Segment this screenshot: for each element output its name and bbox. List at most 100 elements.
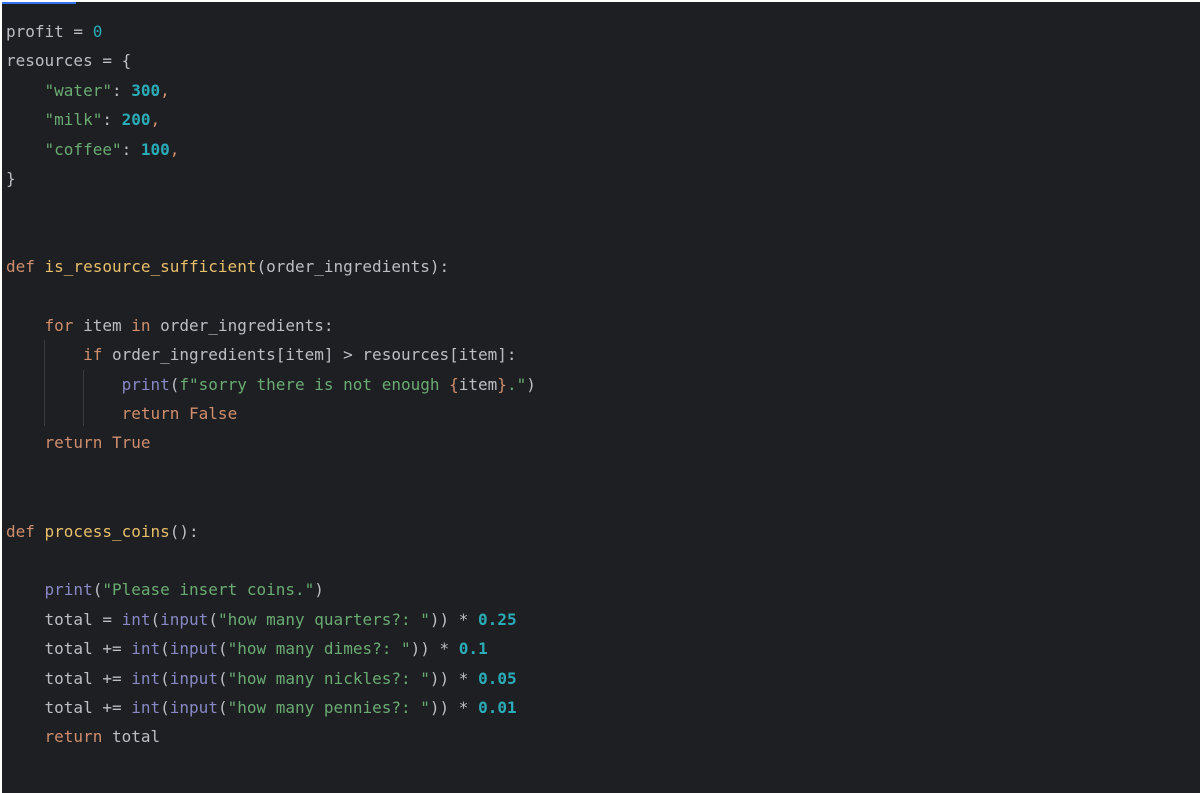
code-token: ( <box>208 609 218 629</box>
code-line[interactable]: for item in order_ingredients: <box>6 311 536 340</box>
code-token: total += <box>44 697 132 717</box>
code-token: f"sorry there is not enough <box>179 374 450 394</box>
code-token: resources = { <box>6 51 132 71</box>
code-token: print <box>121 374 170 394</box>
code-token: True <box>111 433 151 453</box>
code-token: ( <box>217 697 228 717</box>
code-token: int <box>131 697 161 717</box>
code-line[interactable]: return False <box>6 399 536 428</box>
code-token: ( <box>160 697 170 717</box>
code-token: ( <box>217 668 228 688</box>
code-line[interactable]: total = int(input("how many quarters?: "… <box>6 605 536 634</box>
code-line[interactable]: total += int(input("how many nickles?: "… <box>6 664 536 693</box>
code-line[interactable]: profit = 0 <box>6 17 536 46</box>
code-token: "Please insert coins." <box>102 580 315 600</box>
code-token: return <box>44 433 112 453</box>
code-token: input <box>169 668 218 688</box>
code-token: order_ingredients[item] > resources[item… <box>111 345 517 365</box>
code-token: { <box>449 374 459 394</box>
code-token: ( <box>92 580 103 600</box>
code-token: total += <box>44 668 132 688</box>
code-editor[interactable]: profit = 0 resources = { "water": 300, "m… <box>2 2 1200 793</box>
code-token: is_resource_sufficient <box>44 257 257 277</box>
code-line[interactable] <box>6 282 536 311</box>
code-token: "how many quarters?: " <box>217 609 430 629</box>
code-token: ( <box>160 639 170 659</box>
code-line[interactable]: total += int(input("how many dimes?: "))… <box>6 634 536 663</box>
code-token: } <box>497 374 507 394</box>
code-token: (): <box>169 521 199 541</box>
code-line[interactable]: "coffee": 100, <box>6 135 536 164</box>
code-token: input <box>160 609 209 629</box>
code-token: (order_ingredients): <box>256 257 450 277</box>
code-line[interactable] <box>6 487 536 516</box>
code-token: 0.1 <box>458 639 488 659</box>
code-token: 0.01 <box>478 697 517 717</box>
code-token: "how many pennies?: " <box>227 697 430 717</box>
code-token: for <box>44 315 84 335</box>
code-token: "how many nickles?: " <box>227 668 430 688</box>
code-line[interactable] <box>6 546 536 575</box>
code-line[interactable]: } <box>6 164 536 193</box>
code-line[interactable] <box>6 193 536 222</box>
code-token: 0 <box>92 22 103 41</box>
code-token: 0.05 <box>478 668 517 688</box>
code-line[interactable]: total += int(input("how many pennies?: "… <box>6 693 536 722</box>
code-line[interactable]: print(f"sorry there is not enough {item}… <box>6 370 536 399</box>
code-token: return <box>44 727 112 747</box>
code-token: "water" <box>44 80 112 100</box>
code-token: "coffee" <box>44 139 122 159</box>
code-token: return <box>121 404 190 424</box>
code-line[interactable]: return True <box>6 428 536 457</box>
code-token: item <box>458 374 498 394</box>
code-token: item <box>83 315 132 335</box>
code-token: ( <box>150 609 161 629</box>
code-line[interactable]: def is_resource_sufficient(order_ingredi… <box>6 252 536 281</box>
code-area[interactable]: profit = 0 resources = { "water": 300, "m… <box>6 17 536 752</box>
code-token: total <box>111 727 161 747</box>
code-line[interactable]: "water": 300, <box>6 76 536 105</box>
code-token: input <box>169 639 218 659</box>
code-token: ( <box>160 668 170 688</box>
code-token: def <box>6 257 45 277</box>
code-token: process_coins <box>44 521 170 541</box>
code-token: , <box>160 80 170 100</box>
code-token: total += <box>44 639 132 659</box>
code-line[interactable]: def process_coins(): <box>6 517 536 546</box>
code-line[interactable] <box>6 223 536 252</box>
code-token: False <box>189 404 238 424</box>
active-tab-indicator <box>2 2 76 4</box>
code-line[interactable]: "milk": 200, <box>6 105 536 134</box>
code-token: def <box>6 521 45 541</box>
code-token: 300 <box>131 80 161 100</box>
code-line[interactable] <box>6 458 536 487</box>
code-line[interactable]: if order_ingredients[item] > resources[i… <box>6 340 536 369</box>
code-token: )) * <box>429 668 479 688</box>
code-token: order_ingredients: <box>160 315 334 335</box>
code-token: int <box>131 668 161 688</box>
code-token: ." <box>506 374 527 394</box>
code-line[interactable]: print("Please insert coins.") <box>6 575 536 604</box>
code-token: if <box>83 345 112 365</box>
code-line[interactable]: resources = { <box>6 46 536 75</box>
code-token: 100 <box>140 139 170 159</box>
code-token: ) <box>314 580 324 600</box>
code-token: )) * <box>410 639 459 659</box>
code-token: ( <box>217 639 228 659</box>
code-token: : <box>121 139 141 159</box>
code-token: "milk" <box>44 110 103 130</box>
code-token: profit = <box>6 22 93 41</box>
code-token: "how many dimes?: " <box>227 639 411 659</box>
code-token: , <box>169 139 180 159</box>
code-line[interactable]: return total <box>6 722 536 751</box>
code-token: )) * <box>429 609 479 629</box>
code-token: int <box>121 609 151 629</box>
